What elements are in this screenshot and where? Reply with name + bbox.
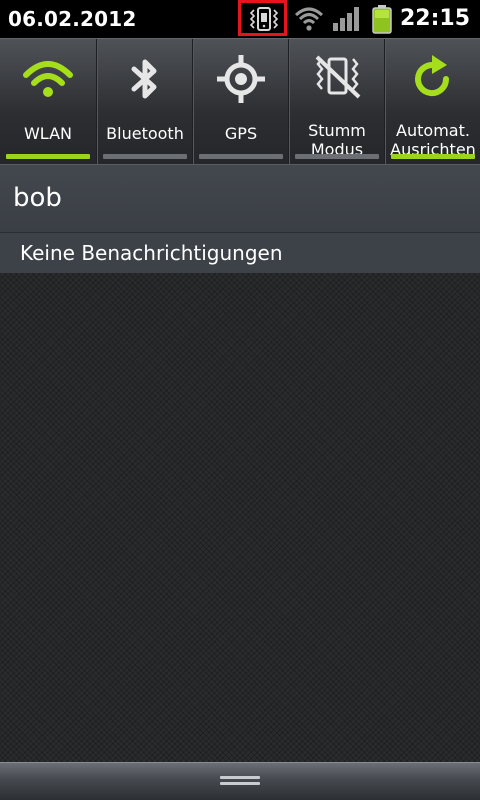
toggle-wlan[interactable]: WLAN (0, 39, 96, 164)
auto-rotate-icon (415, 55, 450, 97)
toggle-silent-mode[interactable]: Stumm Modus (288, 39, 384, 164)
toggle-bluetooth-label: Bluetooth (106, 124, 184, 143)
shade-drag-handle[interactable] (0, 762, 480, 800)
toggle-auto-rotate-indicator (391, 154, 475, 159)
mute-icon (315, 55, 361, 99)
toggle-auto-rotate[interactable]: Automat. Ausrichten (384, 39, 480, 164)
toggle-bluetooth-indicator (103, 154, 187, 159)
vibrate-icon (249, 7, 279, 31)
signal-icon (333, 7, 359, 31)
toggle-silent-mode-indicator (295, 154, 379, 159)
toggle-wlan-indicator (6, 154, 90, 159)
gps-icon (217, 55, 265, 103)
status-date: 06.02.2012 (8, 7, 137, 31)
wifi-icon (23, 61, 73, 97)
notification-shade: 06.02.2012 22:15 WLAN Bluetooth GPS Stum… (0, 0, 480, 800)
notifications-header: Keine Benachrichtigungen (0, 232, 480, 273)
owner-row: bob (0, 164, 480, 232)
toggle-gps-indicator (199, 154, 283, 159)
notifications-empty-label: Keine Benachrichtigungen (20, 241, 283, 265)
toggle-gps[interactable]: GPS (192, 39, 288, 164)
owner-name: bob (13, 183, 62, 213)
status-time: 22:15 (399, 6, 470, 31)
quick-toggle-bar: WLAN Bluetooth GPS Stumm Modus Automat. … (0, 38, 480, 164)
wifi-icon (294, 7, 324, 31)
status-bar: 06.02.2012 22:15 (0, 0, 480, 38)
grip-icon (220, 776, 260, 786)
bluetooth-icon (131, 59, 157, 99)
toggle-bluetooth[interactable]: Bluetooth (96, 39, 192, 164)
toggle-wlan-label: WLAN (23, 124, 72, 143)
notification-list (0, 273, 480, 762)
toggle-gps-label: GPS (224, 124, 258, 143)
battery-icon (372, 5, 392, 34)
